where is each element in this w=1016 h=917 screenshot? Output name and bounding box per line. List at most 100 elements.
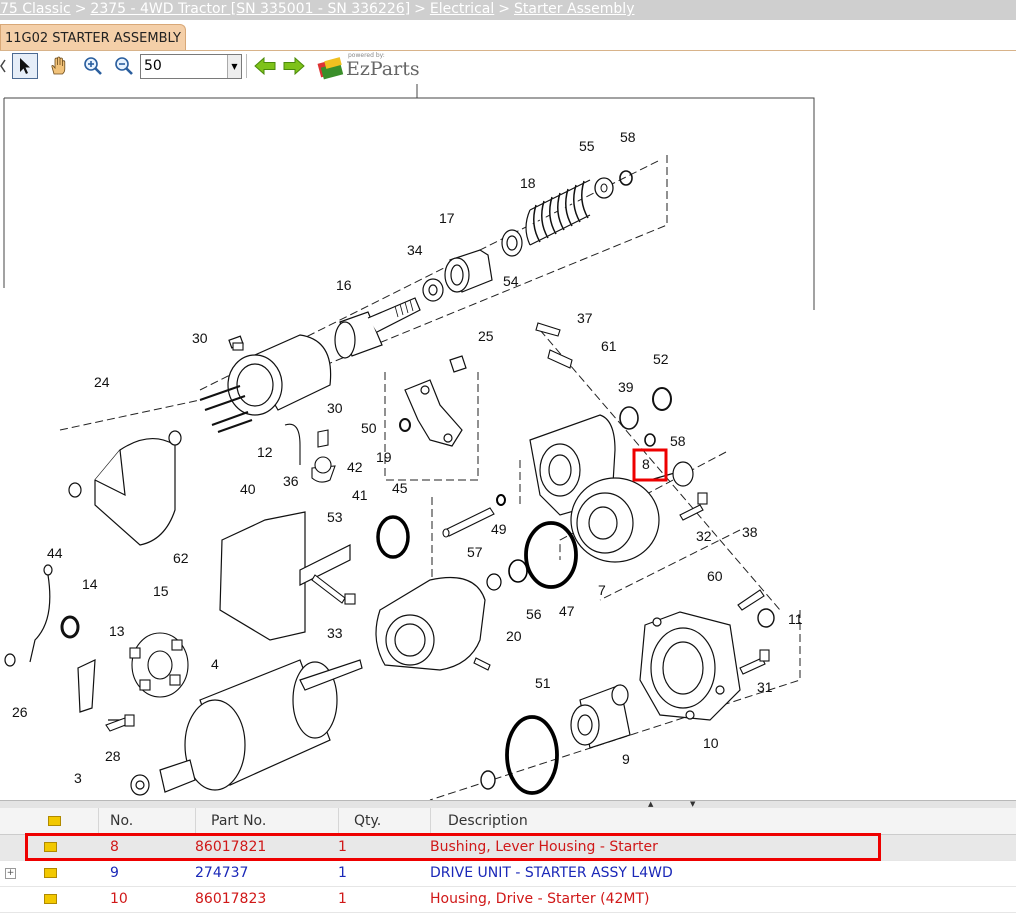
- callout-label: 44: [47, 545, 63, 561]
- callout-label: 30: [192, 330, 208, 346]
- breadcrumb-link-starter[interactable]: Starter Assembly: [514, 1, 635, 17]
- collapse-up-icon[interactable]: ▲: [648, 800, 653, 808]
- zoom-out-icon[interactable]: [111, 53, 137, 79]
- callout-label: 62: [173, 550, 189, 566]
- callout-label: 34: [407, 242, 423, 258]
- column-divider: [98, 808, 99, 834]
- callout-label: 16: [336, 277, 352, 293]
- row-package-icon: [44, 861, 57, 886]
- ezparts-brand-name: EzParts: [346, 58, 420, 80]
- row-no: 10: [110, 891, 128, 907]
- callout-label: 40: [240, 481, 256, 497]
- callout-label: 12: [257, 444, 273, 460]
- chevron-down-icon[interactable]: ▼: [227, 55, 241, 78]
- callout-label: 4: [211, 656, 219, 672]
- breadcrumb-separator: >: [414, 1, 426, 17]
- callout-label: 11: [788, 611, 803, 627]
- column-header-part[interactable]: Part No.: [195, 808, 266, 834]
- callout-label: 36: [283, 473, 299, 489]
- breadcrumb-separator: >: [498, 1, 510, 17]
- callout-label: 13: [109, 623, 125, 639]
- table-header: No. Part No. Qty. Description: [0, 808, 1016, 835]
- callout-label: 45: [392, 480, 408, 496]
- breadcrumb-separator: >: [74, 1, 87, 17]
- row-part-number: 86017823: [195, 891, 267, 907]
- callout-label: 38: [742, 524, 758, 540]
- callout-label: 20: [506, 628, 522, 644]
- callout-label: 10: [703, 735, 719, 751]
- callout-label: 58: [620, 129, 636, 145]
- callout-label: 19: [376, 449, 392, 465]
- callout-label: 54: [503, 273, 519, 289]
- expand-icon[interactable]: +: [5, 868, 16, 879]
- toolbar-divider: [246, 54, 247, 78]
- viewer-toolbar: 50 ▼ powered by: EzParts: [0, 50, 420, 84]
- callout-label: 47: [559, 603, 575, 619]
- callout-label: 15: [153, 583, 169, 599]
- callout-label: 28: [105, 748, 121, 764]
- tab-bar: 11G02 STARTER ASSEMBLY: [0, 24, 1016, 51]
- row-description: Housing, Drive - Starter (42MT): [430, 891, 650, 907]
- callout-label: 41: [352, 487, 368, 503]
- callout-label: 39: [618, 379, 634, 395]
- pan-hand-icon[interactable]: [45, 53, 71, 79]
- callout-label: 49: [491, 521, 507, 537]
- row-qty: 1: [338, 891, 347, 907]
- callout-label: 53: [327, 509, 343, 525]
- callout-label: 9: [622, 751, 630, 767]
- zoom-value: 50: [144, 58, 162, 74]
- callout-label: 50: [361, 420, 377, 436]
- table-row[interactable]: + 9 274737 1 DRIVE UNIT - STARTER ASSY L…: [0, 861, 1016, 887]
- callout-label: 58: [670, 433, 686, 449]
- row-description: DRIVE UNIT - STARTER ASSY L4WD: [430, 865, 673, 881]
- table-row[interactable]: 10 86017823 1 Housing, Drive - Starter (…: [0, 887, 1016, 913]
- row-part-number: 274737: [195, 865, 249, 881]
- ezparts-logo: powered by: EzParts: [316, 52, 420, 82]
- callout-label: 3: [74, 770, 82, 786]
- back-arrow-icon[interactable]: [252, 53, 278, 79]
- selected-row-highlight: [25, 833, 881, 861]
- callout-label: 33: [327, 625, 343, 641]
- forward-arrow-icon[interactable]: [281, 53, 307, 79]
- callout-label: 30: [327, 400, 343, 416]
- callout-label: 8: [642, 456, 650, 472]
- collapse-down-icon[interactable]: ▼: [690, 800, 695, 808]
- zoom-select[interactable]: 50 ▼: [140, 54, 242, 79]
- ezparts-logo-icon: [317, 57, 344, 80]
- callout-label: 51: [535, 675, 551, 691]
- breadcrumb-link-tractor[interactable]: 2375 - 4WD Tractor [SN 335001 - SN 33622…: [90, 1, 410, 17]
- header-icon-col: [48, 808, 61, 834]
- select-arrow-icon[interactable]: [12, 53, 38, 79]
- row-no: 9: [110, 865, 119, 881]
- callout-label: 32: [696, 528, 712, 544]
- callout-label: 7: [598, 582, 606, 598]
- callout-label: 42: [347, 459, 363, 475]
- callout-label: 37: [577, 310, 593, 326]
- breadcrumb: 75 Classic >2375 - 4WD Tractor [SN 335001…: [0, 0, 1016, 20]
- callout-label: 61: [601, 338, 617, 354]
- column-header-no[interactable]: No.: [110, 808, 133, 834]
- callout-label: 60: [707, 568, 723, 584]
- callout-label: 56: [526, 606, 542, 622]
- parts-table: No. Part No. Qty. Description 8 86017821…: [0, 808, 1016, 917]
- callout-label: 52: [653, 351, 669, 367]
- callout-label: 26: [12, 704, 28, 720]
- callout-label: 18: [520, 175, 536, 191]
- callout-label: 24: [94, 374, 110, 390]
- diagram-svg: 1 55 58 18 17 34 54 16 37 25 30 61 52 24…: [3, 84, 815, 800]
- callout-label: 25: [478, 328, 494, 344]
- row-qty: 1: [338, 865, 347, 881]
- toolbar-grip: [0, 56, 6, 76]
- breadcrumb-link-electrical[interactable]: Electrical: [430, 1, 494, 17]
- package-icon: [48, 816, 61, 826]
- zoom-in-icon[interactable]: [80, 53, 106, 79]
- tab-starter-assembly[interactable]: 11G02 STARTER ASSEMBLY: [0, 24, 186, 50]
- column-header-description[interactable]: Description: [430, 808, 528, 834]
- callout-label: 17: [439, 210, 455, 226]
- column-header-qty[interactable]: Qty.: [338, 808, 381, 834]
- callout-label: 31: [757, 679, 773, 695]
- callout-label: 57: [467, 544, 483, 560]
- callout-label: 55: [579, 138, 595, 154]
- breadcrumb-link-model[interactable]: 75 Classic: [0, 1, 71, 17]
- parts-diagram[interactable]: 1 55 58 18 17 34 54 16 37 25 30 61 52 24…: [0, 84, 1016, 800]
